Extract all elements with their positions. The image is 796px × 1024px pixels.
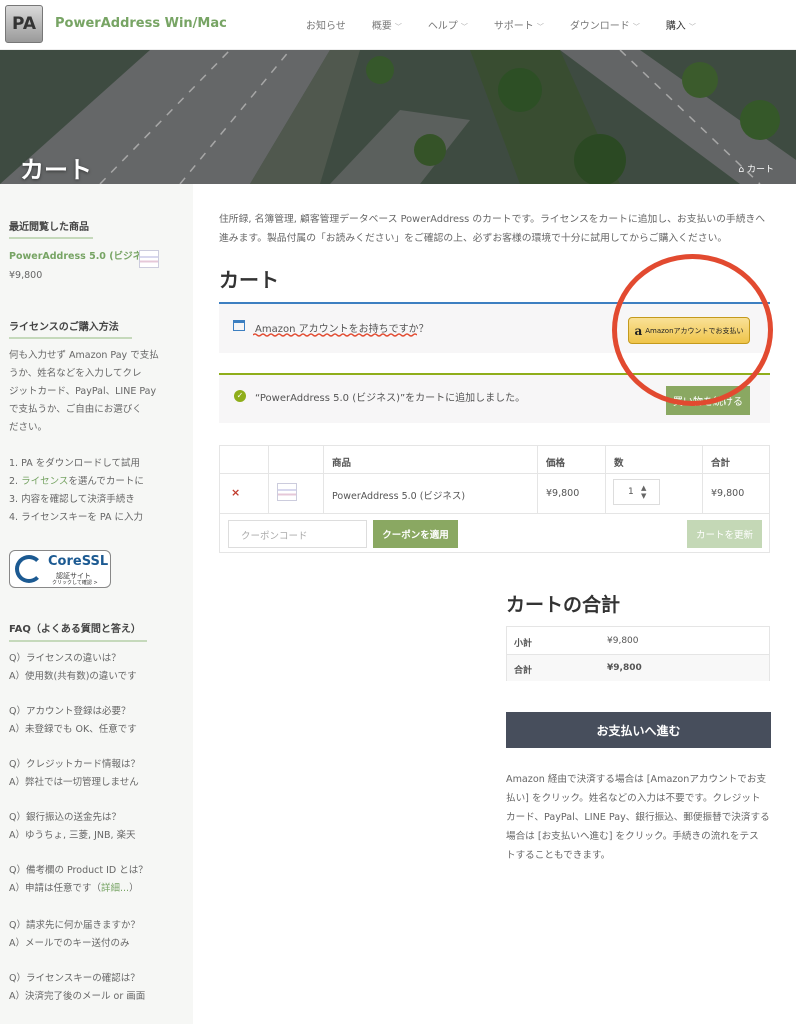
total-label: 合計 [514,666,533,676]
nav-item-download[interactable]: ダウンロード ﹀ [570,17,640,32]
subtotal-label: 小計 [514,639,533,649]
home-icon[interactable]: ⌂ [738,165,744,175]
site-logo[interactable]: PA [5,5,43,43]
nav-item-overview[interactable]: 概要 ﹀ [372,17,402,32]
amazon-pay-button[interactable]: a Amazonアカウントでお支払い [628,317,750,344]
coupon-input[interactable]: クーポンコード [228,520,367,548]
main-nav: お知らせ 概要 ﹀ ヘルプ ﹀ サポート ﹀ ダウンロード ﹀ 購入 ﹀ [306,17,722,32]
header-product: 商品 [332,458,352,469]
howto-text: 何も入力せず Amazon Pay で支払 うか、姓名などを入力してクレ ジット… [9,350,159,433]
header-qty: 数 [614,458,624,469]
nav-item-support[interactable]: サポート ﹀ [494,17,544,32]
details-link[interactable]: 詳細... [101,883,129,894]
item-price: ¥9,800 [546,488,580,499]
total-value: ¥9,800 [607,663,642,673]
hero-banner: カート ⌂ カート [0,50,796,184]
license-link[interactable]: ライセンス [21,476,68,487]
product-link[interactable]: PowerAddress 5.0 (ビジネス) [332,488,465,502]
page-title: カート [20,156,92,184]
header-total: 合計 [711,458,731,469]
cart-totals-table: 小計 ¥9,800 合計 ¥9,800 [506,626,770,681]
step-1: 1. PA をダウンロードして試用 [9,458,140,469]
howto-steps: 1. PA をダウンロードして試用 2. ライセンスを選んでカートに 3. 内容… [9,455,144,527]
step-3: 3. 内容を確認して決済手続き [9,494,135,505]
sidebar: 最近閲覧した商品 PowerAddress 5.0 (ビジネス) ¥9,800 … [0,184,193,1024]
faq-item: Q）請求先に何か届きますか？ A）メールでのキー送付のみ [9,920,140,949]
step-2: 2. ライセンスを選んでカートに [9,476,144,487]
recent-item-thumbnail[interactable] [139,250,159,268]
added-to-cart-notice: ✓ “PowerAddress 5.0 (ビジネス)”をカートに追加しました。 … [219,373,770,423]
site-title[interactable]: PowerAddress Win/Mac [55,16,227,31]
window-icon [233,320,245,331]
subtotal-value: ¥9,800 [607,636,639,646]
faq-item: Q）クレジットカード情報は？ A）弊社では一切管理しません [9,759,140,788]
amazon-notice: Amazon アカウントをお持ちですか？ a Amazonアカウントでお支払い [219,302,770,353]
intro-text: 住所録, 名簿管理, 顧客管理データベース PowerAddress のカートで… [219,214,766,244]
proceed-to-checkout-button[interactable]: お支払いへ進む [506,712,771,748]
apply-coupon-button[interactable]: クーポンを適用 [373,520,458,548]
chevron-down-icon: ﹀ [688,23,696,31]
coressl-badge[interactable]: CoreSSL 認証サイト クリックして確認 > [9,550,111,588]
added-notice-text: “PowerAddress 5.0 (ビジネス)”をカートに追加しました。 [255,393,526,404]
amazon-logo-icon: a [634,323,643,338]
cart-totals-heading: カートの合計 [506,594,621,616]
stepper-arrows-icon[interactable]: ▲ ▼ [641,484,646,500]
faq-item: Q）ライセンスキーの確認は？ A）決済完了後のメール or 画面 [9,973,146,1002]
nav-item-news[interactable]: お知らせ [306,17,346,32]
payment-note: Amazon 経由で決済する場合は [Amazonアカウントでお支 払い] をク… [506,774,770,861]
heading-underline [9,337,132,339]
breadcrumb: ⌂ カート [738,162,774,175]
check-circle-icon: ✓ [234,390,246,402]
nav-item-help[interactable]: ヘルプ ﹀ [428,17,468,32]
faq-item: Q）銀行振込の送金先は？ A）ゆうちょ, 三菱, JNB, 楽天 [9,812,136,841]
chevron-down-icon: ﹀ [394,23,402,31]
chevron-down-icon: ﹀ [460,23,468,31]
faq-item: Q）備考欄の Product ID とは？ A）申請は任意です（詳細...） [9,865,148,894]
breadcrumb-current: カート [746,165,774,175]
nav-item-purchase[interactable]: 購入 ﹀ [666,17,696,32]
product-thumbnail[interactable] [277,483,297,501]
aerial-road-image [0,50,796,184]
heading-underline [9,237,93,239]
remove-item-button[interactable]: × [231,486,240,499]
recent-heading: 最近閲覧した商品 [9,222,89,233]
header-price: 価格 [546,458,566,469]
cart-heading: カート [219,268,279,292]
chevron-down-icon: ﹀ [632,23,640,31]
item-total: ¥9,800 [711,488,745,499]
recent-item-price: ¥9,800 [9,270,43,281]
faq-item: Q）ライセンスの違いは？ A）使用数(共有数)の違いです [9,653,137,682]
chevron-down-icon: ﹀ [536,23,544,31]
red-underline-annotation [253,333,417,337]
continue-shopping-button[interactable]: 買い物を続ける [666,386,750,415]
cart-table: 商品 価格 数 合計 × PowerAddress 5.0 (ビジネス) ¥9,… [219,445,770,553]
quantity-stepper[interactable]: 1 ▲ ▼ [613,479,660,505]
faq-item: Q）アカウント登録は必要？ A）未登録でも OK、任意です [9,706,137,735]
site-header: PA PowerAddress Win/Mac お知らせ 概要 ﹀ ヘルプ ﹀ サポ… [0,0,796,50]
step-4: 4. ライセンスキーを PA に入力 [9,512,144,523]
recent-item-link[interactable]: PowerAddress 5.0 (ビジネス) [9,248,156,266]
faq-heading: FAQ（よくある質問と答え） [9,624,141,635]
heading-underline [9,640,147,642]
howto-heading: ライセンスのご購入方法 [9,322,119,333]
ssl-seal-icon [15,555,43,583]
update-cart-button[interactable]: カートを更新 [687,520,762,548]
